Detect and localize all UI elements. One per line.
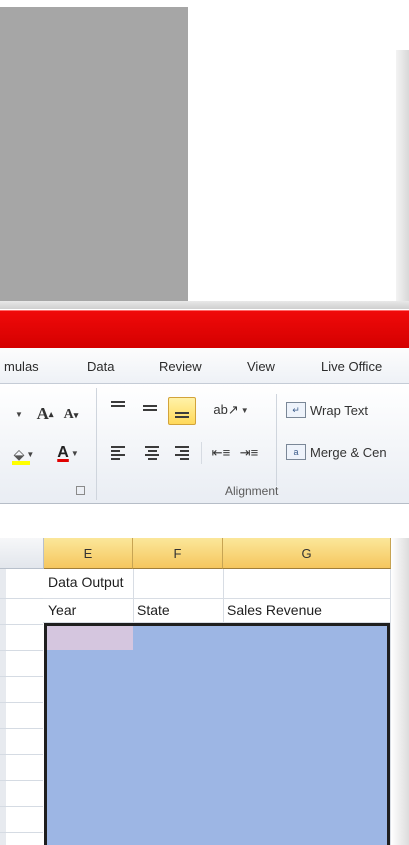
formula-bar-area xyxy=(0,505,409,538)
worksheet-grid[interactable]: E F G Data Output Year State Sales Reven… xyxy=(0,538,409,845)
cell-g2[interactable]: Sales Revenue xyxy=(227,602,322,618)
middle-align-button[interactable] xyxy=(138,396,162,420)
tab-data[interactable]: Data xyxy=(87,359,114,374)
window-shadow-edge xyxy=(396,50,409,302)
row-left-cell[interactable] xyxy=(0,625,43,651)
row-left-cell[interactable] xyxy=(0,781,43,807)
column-header-g[interactable]: G xyxy=(223,538,391,569)
grow-font-button[interactable]: A ▴ xyxy=(34,402,56,426)
window-shadow-edge xyxy=(391,538,409,845)
bottom-align-button[interactable] xyxy=(168,397,196,425)
center-button[interactable] xyxy=(140,442,164,464)
inner-separator xyxy=(276,394,277,486)
row-left-cell[interactable] xyxy=(0,677,43,703)
column-header-e[interactable]: E xyxy=(44,538,133,569)
increase-indent-icon: ⇥≡ xyxy=(239,445,259,460)
group-separator xyxy=(96,388,97,500)
excel-window: mulas Data Review View Live Office ▼ A ▴ … xyxy=(0,0,409,845)
row-left-cell[interactable] xyxy=(0,651,43,677)
selected-range[interactable] xyxy=(44,623,390,845)
orientation-button[interactable]: ab↗ ▼ xyxy=(212,399,250,421)
ribbon-tabs: mulas Data Review View Live Office xyxy=(0,348,409,384)
wrap-text-button[interactable]: ↵ Wrap Text xyxy=(286,398,396,422)
row-left-cell[interactable] xyxy=(0,599,43,625)
window-frame-strip xyxy=(0,301,409,309)
row-left-cell[interactable] xyxy=(0,569,43,599)
ribbon-home: ▼ A ▴ A ▾ ⬙ ▼ A ▼ ab↗ ▼ ⇤≡ ⇥≡ ↵ Wrap Tex… xyxy=(0,384,409,504)
orientation-icon: ab↗ xyxy=(213,402,239,417)
title-bar xyxy=(0,310,409,348)
align-middle-icon xyxy=(143,405,157,411)
decrease-indent-icon: ⇤≡ xyxy=(211,445,231,460)
font-color-button[interactable]: A ▼ xyxy=(46,440,90,466)
row-left-cell[interactable] xyxy=(0,807,43,833)
align-left-icon xyxy=(111,446,125,460)
font-size-dropdown-arrow[interactable]: ▼ xyxy=(4,404,32,424)
cell-f2[interactable]: State xyxy=(137,602,170,618)
cell-e2[interactable]: Year xyxy=(48,602,76,618)
inner-separator xyxy=(201,442,202,464)
merge-center-button[interactable]: a Merge & Cen xyxy=(286,440,409,464)
tab-view[interactable]: View xyxy=(247,359,275,374)
row-left-cell[interactable] xyxy=(0,703,43,729)
align-top-icon xyxy=(111,401,125,407)
align-left-button[interactable] xyxy=(106,442,130,464)
grid-line xyxy=(133,569,134,630)
align-right-icon xyxy=(175,446,189,460)
row-left-cell[interactable] xyxy=(0,755,43,781)
merge-center-icon: a xyxy=(286,444,306,460)
align-bottom-icon xyxy=(175,412,189,418)
tab-review[interactable]: Review xyxy=(159,359,202,374)
tab-live-office[interactable]: Live Office xyxy=(321,359,382,374)
increase-indent-button[interactable]: ⇥≡ xyxy=(236,442,262,464)
tab-formulas[interactable]: mulas xyxy=(4,359,39,374)
grid-line xyxy=(223,569,224,630)
fill-color-button[interactable]: ⬙ ▼ xyxy=(4,442,44,466)
active-cell[interactable] xyxy=(47,626,133,650)
wrap-text-icon: ↵ xyxy=(286,402,306,418)
cell-e1[interactable]: Data Output xyxy=(48,574,124,590)
font-dialog-launcher-icon[interactable] xyxy=(76,486,85,495)
grid-line xyxy=(43,598,391,599)
alignment-group-label: Alignment xyxy=(225,484,279,498)
overlay-gray-panel xyxy=(0,7,188,301)
align-center-icon xyxy=(145,446,159,460)
row-left-cell[interactable] xyxy=(0,729,43,755)
top-align-button[interactable] xyxy=(106,396,130,420)
decrease-indent-button[interactable]: ⇤≡ xyxy=(208,442,234,464)
paint-bucket-icon: ⬙ xyxy=(11,446,30,465)
column-header-f[interactable]: F xyxy=(133,538,223,569)
align-right-button[interactable] xyxy=(170,442,194,464)
column-header-d[interactable] xyxy=(0,538,44,569)
shrink-font-button[interactable]: A ▾ xyxy=(60,404,82,426)
